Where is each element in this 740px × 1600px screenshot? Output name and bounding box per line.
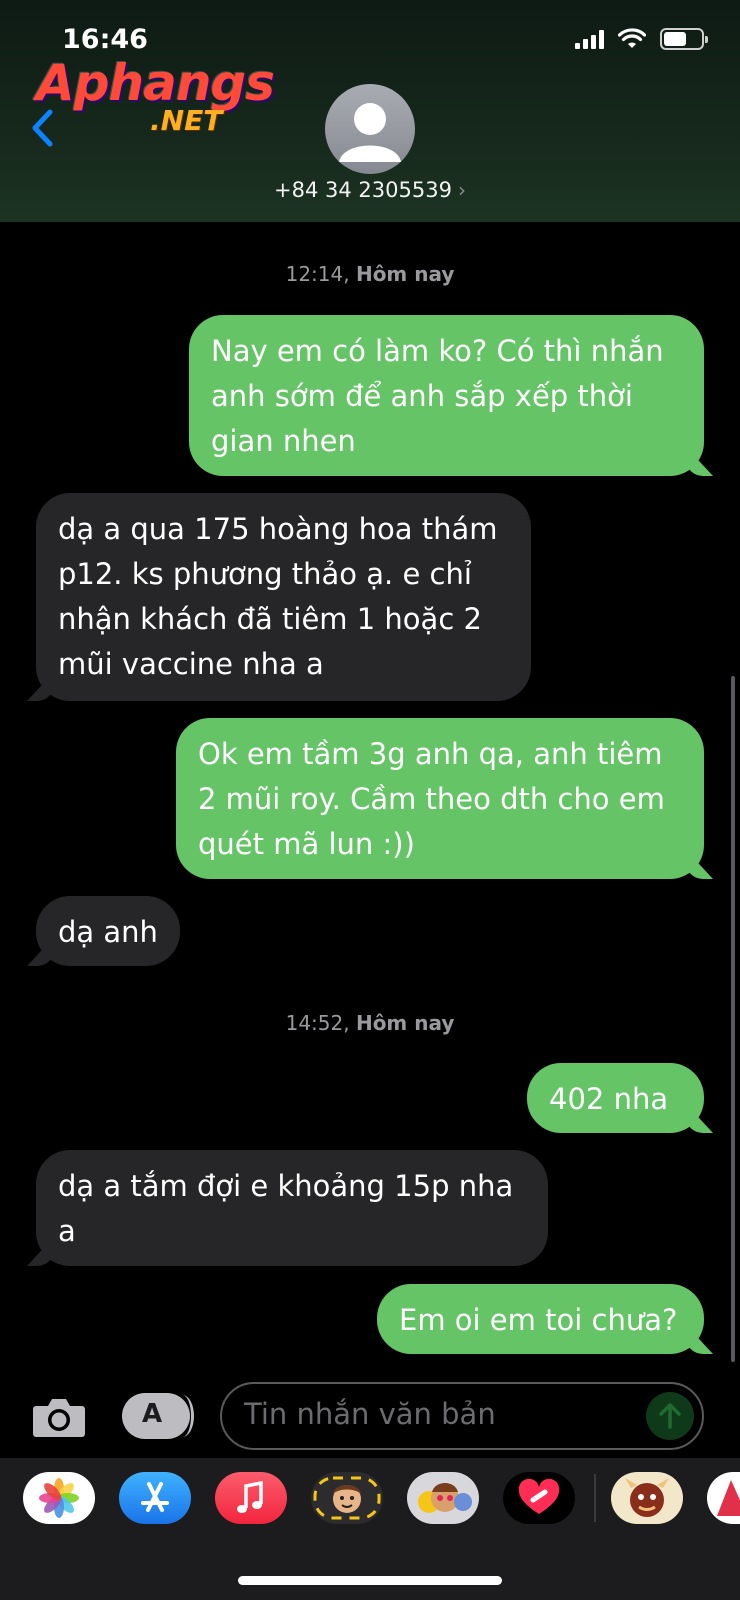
contact-avatar[interactable]	[325, 84, 415, 174]
animoji-icon[interactable]	[407, 1472, 479, 1524]
battery-icon	[660, 28, 708, 50]
wifi-icon	[618, 28, 646, 48]
timestamp-time: 12:14,	[285, 262, 350, 286]
home-indicator[interactable]	[238, 1576, 502, 1585]
app-store-glyph-icon: A	[142, 1399, 163, 1429]
person-icon	[339, 103, 401, 162]
outgoing-message[interactable]: Em oi em toi chưa?	[377, 1284, 704, 1354]
incoming-message[interactable]: dạ a tắm đợi e khoảng 15p nha a	[36, 1150, 548, 1266]
contact-name-row[interactable]: +84 34 2305539 ›	[0, 178, 740, 202]
status-time: 16:46	[62, 24, 148, 55]
camera-icon[interactable]	[32, 1396, 86, 1438]
sticker-app-icon[interactable]	[611, 1472, 683, 1524]
digital-touch-icon[interactable]	[503, 1472, 575, 1524]
memoji-stickers-icon[interactable]	[311, 1472, 383, 1524]
drawer-separator	[594, 1474, 596, 1522]
message-placeholder: Tin nhắn văn bản	[244, 1397, 496, 1431]
status-icons	[575, 28, 708, 50]
timestamp: 14:52, Hôm nay	[0, 1011, 740, 1035]
arrow-up-icon	[659, 1403, 681, 1429]
outgoing-message[interactable]: Nay em có làm ko? Có thì nhắn anh sớm để…	[189, 315, 704, 476]
outgoing-message[interactable]: 402 nha	[527, 1063, 704, 1133]
message-composer: A Tin nhắn văn bản	[0, 1376, 740, 1456]
timestamp-day: Hôm nay	[355, 1011, 455, 1035]
back-chevron-icon[interactable]	[28, 108, 58, 148]
watermark-logo: Aphangs .NET	[36, 54, 275, 144]
conversation-header: 16:46 Aphangs .NET +84 34 2305539 ›	[0, 0, 740, 222]
scrollbar[interactable]	[731, 676, 735, 1362]
partial-app-icon[interactable]	[707, 1472, 740, 1524]
incoming-message[interactable]: dạ anh	[36, 896, 180, 966]
message-input[interactable]: Tin nhắn văn bản	[220, 1382, 704, 1450]
send-button[interactable]	[646, 1392, 694, 1440]
apps-button[interactable]: A	[122, 1393, 194, 1439]
photos-icon[interactable]	[23, 1472, 95, 1524]
chevron-right-icon: ›	[457, 178, 466, 202]
contact-name: +84 34 2305539	[274, 178, 452, 202]
cellular-signal-icon	[575, 29, 604, 49]
incoming-message[interactable]: dạ a qua 175 hoàng hoa thám p12. ks phươ…	[36, 493, 531, 701]
timestamp: 12:14, Hôm nay	[0, 262, 740, 286]
app-store-icon[interactable]	[119, 1472, 191, 1524]
outgoing-message[interactable]: Ok em tầm 3g anh qa, anh tiêm 2 mũi roy.…	[176, 718, 704, 879]
timestamp-day: Hôm nay	[355, 262, 455, 286]
watermark-net: .NET	[150, 104, 223, 137]
music-icon[interactable]	[215, 1472, 287, 1524]
timestamp-time: 14:52,	[285, 1011, 350, 1035]
